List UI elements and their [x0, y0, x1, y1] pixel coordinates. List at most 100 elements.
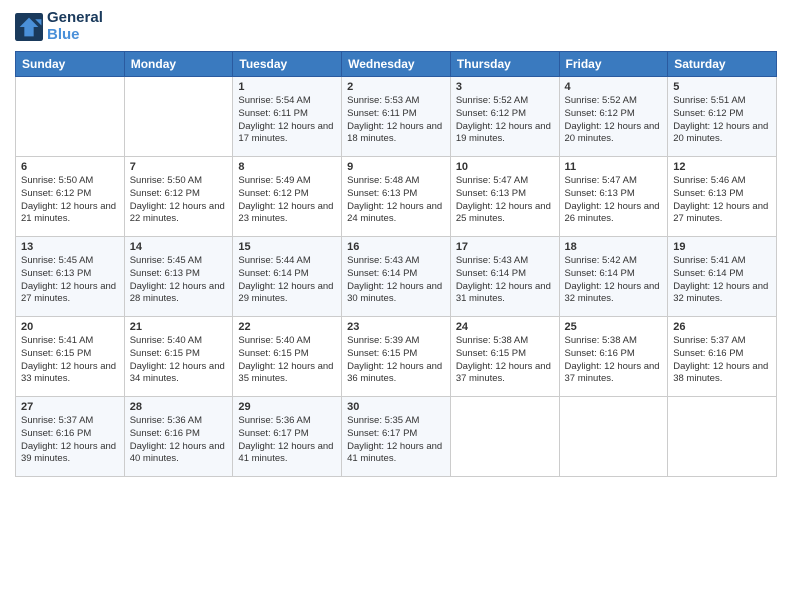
- week-row-5: 27Sunrise: 5:37 AMSunset: 6:16 PMDayligh…: [16, 397, 777, 477]
- day-number: 18: [565, 241, 663, 253]
- page: General Blue SundayMondayTuesdayWednesda…: [0, 0, 792, 612]
- calendar-cell: 17 Sunrise: 5:43 AMSunset: 6:14 PMDayligh…: [450, 237, 559, 317]
- day-info: Sunrise: 5:52 AMSunset: 6:12 PMDaylight:…: [456, 95, 554, 146]
- day-info: Sunrise: 5:45 AMSunset: 6:13 PMDaylight:…: [21, 255, 119, 306]
- calendar-cell: [559, 397, 668, 477]
- calendar-cell: 8 Sunrise: 5:49 AMSunset: 6:12 PMDaylight…: [233, 157, 342, 237]
- day-number: 26: [673, 321, 771, 333]
- calendar-cell: 4 Sunrise: 5:52 AMSunset: 6:12 PMDaylight…: [559, 77, 668, 157]
- calendar-cell: 23Sunrise: 5:39 AMSunset: 6:15 PMDayligh…: [342, 317, 451, 397]
- week-row-3: 13Sunrise: 5:45 AMSunset: 6:13 PMDayligh…: [16, 237, 777, 317]
- logo: General Blue: [15, 10, 103, 43]
- calendar-cell: 3 Sunrise: 5:52 AMSunset: 6:12 PMDaylight…: [450, 77, 559, 157]
- day-number: 28: [130, 401, 228, 413]
- calendar-cell: 26Sunrise: 5:37 AMSunset: 6:16 PMDayligh…: [668, 317, 777, 397]
- calendar-cell: 9 Sunrise: 5:48 AMSunset: 6:13 PMDaylight…: [342, 157, 451, 237]
- calendar-cell: 2 Sunrise: 5:53 AMSunset: 6:11 PMDaylight…: [342, 77, 451, 157]
- day-info: Sunrise: 5:53 AMSunset: 6:11 PMDaylight:…: [347, 95, 445, 146]
- day-number: 27: [21, 401, 119, 413]
- day-info: Sunrise: 5:41 AMSunset: 6:14 PMDaylight:…: [673, 255, 771, 306]
- day-number: 10: [456, 161, 554, 173]
- calendar-cell: 28 Sunrise: 5:36 AMSunset: 6:16 PMDayligh…: [124, 397, 233, 477]
- day-number: 16: [347, 241, 445, 253]
- day-number: 3: [456, 81, 554, 93]
- weekday-header-friday: Friday: [559, 52, 668, 77]
- calendar-cell: 14 Sunrise: 5:45 AMSunset: 6:13 PMDayligh…: [124, 237, 233, 317]
- day-number: 23: [347, 321, 445, 333]
- day-info: Sunrise: 5:38 AMSunset: 6:15 PMDaylight:…: [456, 335, 554, 386]
- day-number: 5: [673, 81, 771, 93]
- day-info: Sunrise: 5:47 AMSunset: 6:13 PMDaylight:…: [456, 175, 554, 226]
- logo-text: General Blue: [47, 10, 103, 43]
- week-row-1: 1Sunrise: 5:54 AMSunset: 6:11 PMDaylight…: [16, 77, 777, 157]
- day-info: Sunrise: 5:45 AMSunset: 6:13 PMDaylight:…: [130, 255, 228, 306]
- day-number: 12: [673, 161, 771, 173]
- calendar-cell: 5 Sunrise: 5:51 AMSunset: 6:12 PMDaylight…: [668, 77, 777, 157]
- day-number: 15: [238, 241, 336, 253]
- day-number: 19: [673, 241, 771, 253]
- calendar-cell: 18 Sunrise: 5:42 AMSunset: 6:14 PMDayligh…: [559, 237, 668, 317]
- weekday-header-tuesday: Tuesday: [233, 52, 342, 77]
- calendar-cell: 10 Sunrise: 5:47 AMSunset: 6:13 PMDayligh…: [450, 157, 559, 237]
- day-number: 9: [347, 161, 445, 173]
- day-info: Sunrise: 5:42 AMSunset: 6:14 PMDaylight:…: [565, 255, 663, 306]
- calendar-table: SundayMondayTuesdayWednesdayThursdayFrid…: [15, 51, 777, 477]
- day-number: 1: [238, 81, 336, 93]
- calendar-cell: [16, 77, 125, 157]
- calendar-cell: [668, 397, 777, 477]
- day-number: 2: [347, 81, 445, 93]
- calendar-cell: [450, 397, 559, 477]
- calendar-header: SundayMondayTuesdayWednesdayThursdayFrid…: [16, 52, 777, 77]
- day-info: Sunrise: 5:40 AMSunset: 6:15 PMDaylight:…: [130, 335, 228, 386]
- calendar-cell: 22 Sunrise: 5:40 AMSunset: 6:15 PMDayligh…: [233, 317, 342, 397]
- day-info: Sunrise: 5:49 AMSunset: 6:12 PMDaylight:…: [238, 175, 336, 226]
- calendar-cell: 13Sunrise: 5:45 AMSunset: 6:13 PMDayligh…: [16, 237, 125, 317]
- day-number: 30: [347, 401, 445, 413]
- header: General Blue: [15, 10, 777, 43]
- weekday-row: SundayMondayTuesdayWednesdayThursdayFrid…: [16, 52, 777, 77]
- day-info: Sunrise: 5:44 AMSunset: 6:14 PMDaylight:…: [238, 255, 336, 306]
- day-info: Sunrise: 5:41 AMSunset: 6:15 PMDaylight:…: [21, 335, 119, 386]
- day-number: 4: [565, 81, 663, 93]
- day-number: 29: [238, 401, 336, 413]
- day-info: Sunrise: 5:47 AMSunset: 6:13 PMDaylight:…: [565, 175, 663, 226]
- day-number: 8: [238, 161, 336, 173]
- day-number: 24: [456, 321, 554, 333]
- day-number: 21: [130, 321, 228, 333]
- calendar-cell: 19 Sunrise: 5:41 AMSunset: 6:14 PMDayligh…: [668, 237, 777, 317]
- day-number: 22: [238, 321, 336, 333]
- calendar-cell: 1Sunrise: 5:54 AMSunset: 6:11 PMDaylight…: [233, 77, 342, 157]
- calendar-cell: 29Sunrise: 5:36 AMSunset: 6:17 PMDayligh…: [233, 397, 342, 477]
- day-number: 14: [130, 241, 228, 253]
- weekday-header-saturday: Saturday: [668, 52, 777, 77]
- day-info: Sunrise: 5:48 AMSunset: 6:13 PMDaylight:…: [347, 175, 445, 226]
- day-info: Sunrise: 5:38 AMSunset: 6:16 PMDaylight:…: [565, 335, 663, 386]
- weekday-header-monday: Monday: [124, 52, 233, 77]
- day-info: Sunrise: 5:50 AMSunset: 6:12 PMDaylight:…: [21, 175, 119, 226]
- day-info: Sunrise: 5:36 AMSunset: 6:16 PMDaylight:…: [130, 415, 228, 466]
- day-info: Sunrise: 5:43 AMSunset: 6:14 PMDaylight:…: [347, 255, 445, 306]
- week-row-4: 20Sunrise: 5:41 AMSunset: 6:15 PMDayligh…: [16, 317, 777, 397]
- logo-icon: [15, 13, 43, 41]
- calendar-cell: 15 Sunrise: 5:44 AMSunset: 6:14 PMDayligh…: [233, 237, 342, 317]
- week-row-2: 6Sunrise: 5:50 AMSunset: 6:12 PMDaylight…: [16, 157, 777, 237]
- calendar-body: 1Sunrise: 5:54 AMSunset: 6:11 PMDaylight…: [16, 77, 777, 477]
- day-info: Sunrise: 5:51 AMSunset: 6:12 PMDaylight:…: [673, 95, 771, 146]
- day-info: Sunrise: 5:46 AMSunset: 6:13 PMDaylight:…: [673, 175, 771, 226]
- day-info: Sunrise: 5:43 AMSunset: 6:14 PMDaylight:…: [456, 255, 554, 306]
- day-info: Sunrise: 5:35 AMSunset: 6:17 PMDaylight:…: [347, 415, 445, 466]
- calendar-cell: 25 Sunrise: 5:38 AMSunset: 6:16 PMDayligh…: [559, 317, 668, 397]
- day-info: Sunrise: 5:40 AMSunset: 6:15 PMDaylight:…: [238, 335, 336, 386]
- day-number: 17: [456, 241, 554, 253]
- calendar-cell: 21 Sunrise: 5:40 AMSunset: 6:15 PMDayligh…: [124, 317, 233, 397]
- calendar-cell: [124, 77, 233, 157]
- calendar-cell: 20Sunrise: 5:41 AMSunset: 6:15 PMDayligh…: [16, 317, 125, 397]
- calendar-cell: 12 Sunrise: 5:46 AMSunset: 6:13 PMDayligh…: [668, 157, 777, 237]
- weekday-header-wednesday: Wednesday: [342, 52, 451, 77]
- day-number: 7: [130, 161, 228, 173]
- day-info: Sunrise: 5:52 AMSunset: 6:12 PMDaylight:…: [565, 95, 663, 146]
- weekday-header-sunday: Sunday: [16, 52, 125, 77]
- day-number: 25: [565, 321, 663, 333]
- calendar-cell: 24 Sunrise: 5:38 AMSunset: 6:15 PMDayligh…: [450, 317, 559, 397]
- calendar-cell: 30 Sunrise: 5:35 AMSunset: 6:17 PMDayligh…: [342, 397, 451, 477]
